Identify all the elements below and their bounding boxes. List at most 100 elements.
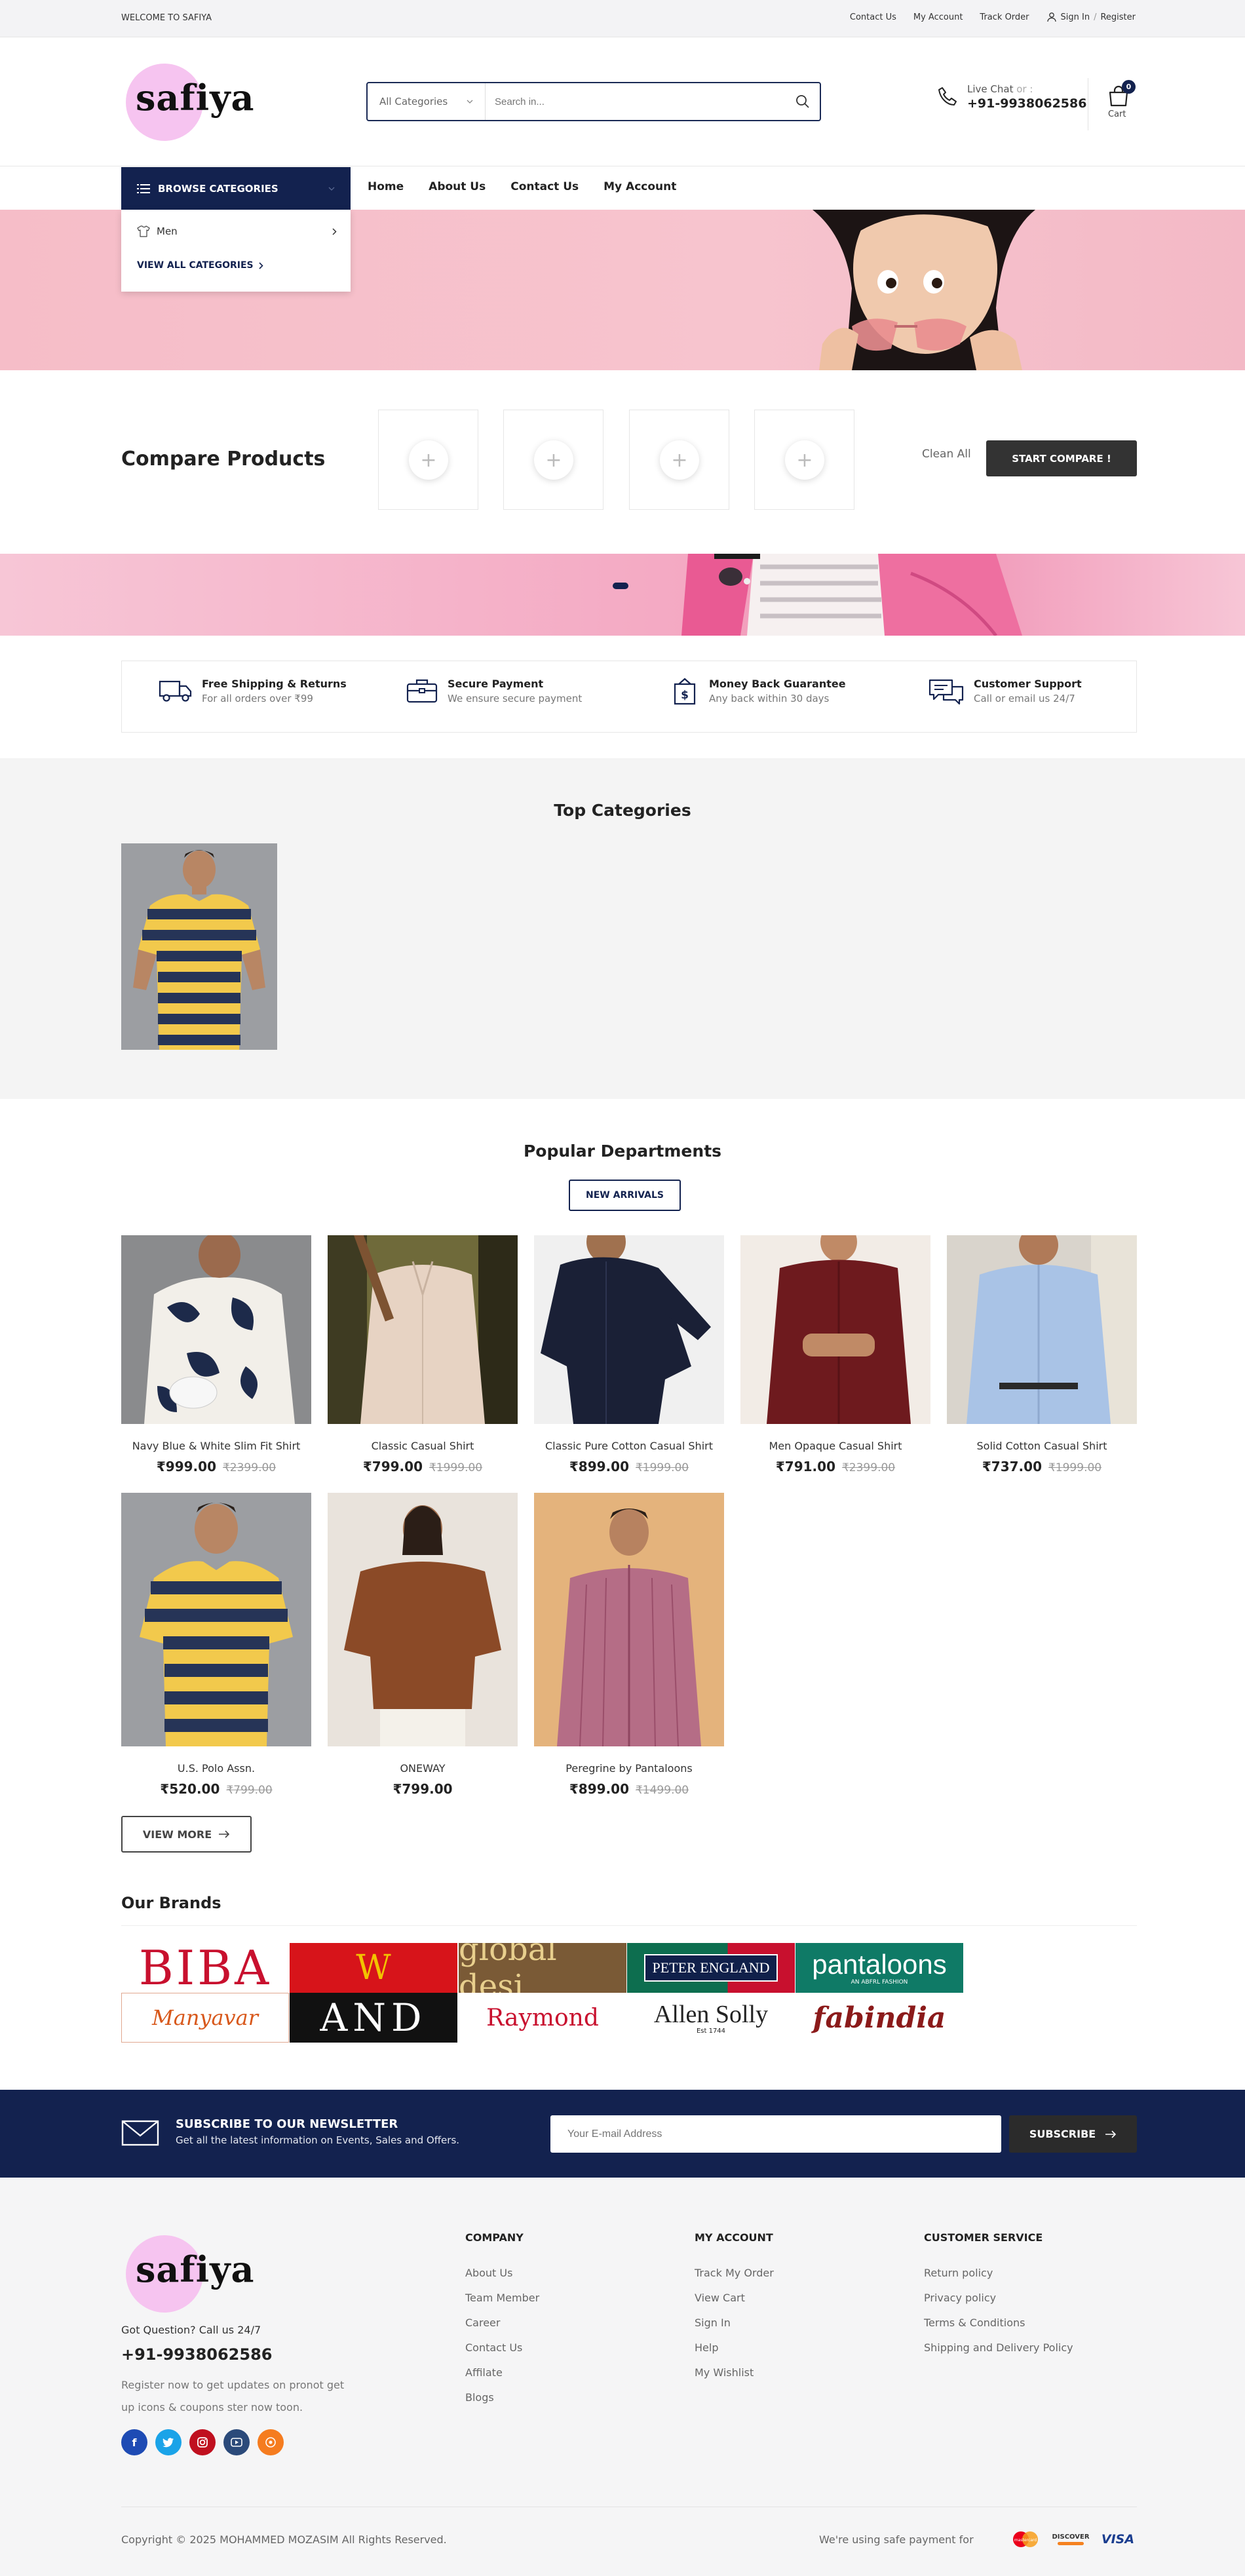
- youtube-icon[interactable]: [223, 2429, 250, 2455]
- category-card-men[interactable]: [121, 843, 277, 1050]
- nav-my-account[interactable]: My Account: [603, 180, 676, 193]
- newsletter-email-input[interactable]: [550, 2115, 1001, 2153]
- footer-link[interactable]: Shipping and Delivery Policy: [924, 2336, 1073, 2360]
- product-price: ₹737.00 ₹1999.00: [947, 1459, 1137, 1474]
- feature-title: Money Back Guarantee: [709, 678, 846, 690]
- feature-item: Customer Support Call or email us 24/7: [928, 678, 1082, 705]
- footer-link[interactable]: Contact Us: [465, 2336, 539, 2360]
- nav-home[interactable]: Home: [368, 180, 404, 193]
- footer-link[interactable]: Career: [465, 2311, 539, 2336]
- footer-link[interactable]: View Cart: [695, 2286, 774, 2311]
- nav-contact[interactable]: Contact Us: [510, 180, 579, 193]
- footer-link[interactable]: Return policy: [924, 2261, 1073, 2286]
- facebook-icon[interactable]: f: [121, 2429, 147, 2455]
- price-current: ₹799.00: [362, 1459, 423, 1474]
- list-icon: [137, 183, 150, 193]
- add-compare-button[interactable]: +: [660, 440, 699, 480]
- promo-banner[interactable]: [0, 554, 1245, 636]
- start-compare-button[interactable]: START COMPARE !: [986, 440, 1137, 476]
- search-icon: [796, 95, 809, 108]
- footer-link[interactable]: Privacy policy: [924, 2286, 1073, 2311]
- brand-logo-global-desi[interactable]: global desi: [459, 1943, 626, 1993]
- twitter-icon[interactable]: [155, 2429, 182, 2455]
- topbar-link-track-order[interactable]: Track Order: [980, 12, 1029, 22]
- welcome-text: WELCOME TO SAFIYA: [121, 13, 212, 23]
- slider-dot[interactable]: [613, 583, 628, 589]
- product-card[interactable]: Classic Casual Shirt ₹799.00 ₹1999.00: [328, 1235, 518, 1474]
- topbar-link-contact[interactable]: Contact Us: [850, 12, 896, 22]
- feature-title: Free Shipping & Returns: [202, 678, 347, 690]
- cart-button[interactable]: 0 Cart: [1088, 78, 1147, 130]
- compare-title: Compare Products: [121, 448, 326, 471]
- compare-slot: +: [754, 410, 854, 510]
- search-button[interactable]: [786, 83, 820, 120]
- product-card[interactable]: Navy Blue & White Slim Fit Shirt ₹999.00…: [121, 1235, 311, 1474]
- add-compare-button[interactable]: +: [409, 440, 448, 480]
- brand-logo-raymond[interactable]: Raymond: [459, 1993, 626, 2043]
- product-card[interactable]: Peregrine by Pantaloons ₹899.00 ₹1499.00: [534, 1493, 724, 1797]
- product-image: [534, 1493, 724, 1746]
- footer-link[interactable]: About Us: [465, 2261, 539, 2286]
- brand-text: AND: [320, 1995, 427, 2040]
- footer-link[interactable]: Blogs: [465, 2385, 539, 2410]
- brand-logo-w[interactable]: W: [290, 1943, 457, 1993]
- footer-logo[interactable]: safiya: [121, 2229, 265, 2320]
- footer-link[interactable]: Terms & Conditions: [924, 2311, 1073, 2336]
- search-input[interactable]: [486, 83, 786, 120]
- live-chat[interactable]: Live Chat or : +91-9938062586: [937, 83, 1086, 111]
- brand-text: Raymond: [486, 2004, 599, 2031]
- footer-link[interactable]: Help: [695, 2336, 774, 2360]
- arrow-right-icon: [219, 1830, 230, 1838]
- category-item-men[interactable]: Men: [137, 225, 337, 237]
- footer-link[interactable]: My Wishlist: [695, 2360, 774, 2385]
- tab-new-arrivals[interactable]: NEW ARRIVALS: [569, 1180, 681, 1211]
- feature-subtitle: Any back within 30 days: [709, 693, 830, 704]
- product-card[interactable]: Classic Pure Cotton Casual Shirt ₹899.00…: [534, 1235, 724, 1474]
- brand-logo-and[interactable]: AND: [290, 1993, 457, 2043]
- footer: safiya Got Question? Call us 24/7 +91-99…: [0, 2178, 1245, 2576]
- mastercard-icon: mastercard: [1009, 2528, 1042, 2550]
- brand-text: W: [356, 1948, 391, 1988]
- brand-logo-pantaloons[interactable]: pantaloons AN ABFRL FASHION: [795, 1943, 963, 1993]
- newsletter-subtitle: Get all the latest information on Events…: [176, 2134, 460, 2146]
- subscribe-button[interactable]: SUBSCRIBE: [1009, 2115, 1137, 2153]
- product-card[interactable]: Men Opaque Casual Shirt ₹791.00 ₹2399.00: [740, 1235, 930, 1474]
- register-link[interactable]: Register: [1100, 12, 1136, 22]
- logo[interactable]: safiya: [121, 57, 265, 149]
- brand-logo-biba[interactable]: BIBA: [121, 1943, 289, 1993]
- rss-icon[interactable]: [258, 2429, 284, 2455]
- product-card[interactable]: Solid Cotton Casual Shirt ₹737.00 ₹1999.0…: [947, 1235, 1137, 1474]
- brand-text: pantaloons: [812, 1949, 947, 1980]
- footer-link[interactable]: Team Member: [465, 2286, 539, 2311]
- footer-link[interactable]: Sign In: [695, 2311, 774, 2336]
- brand-logo-allen-solly[interactable]: Allen Solly Est 1744: [627, 1993, 795, 2043]
- brand-logo-peter-england[interactable]: PETER ENGLAND: [627, 1943, 795, 1993]
- product-name: Navy Blue & White Slim Fit Shirt: [132, 1440, 301, 1452]
- brand-logo-manyavar[interactable]: Manyavar: [121, 1993, 289, 2043]
- newsletter-title: SUBSCRIBE TO OUR NEWSLETTER: [176, 2117, 398, 2131]
- footer-link[interactable]: Affilate: [465, 2360, 539, 2385]
- price-old: ₹2399.00: [841, 1461, 896, 1474]
- add-compare-button[interactable]: +: [785, 440, 824, 480]
- brand-logo-fabindia[interactable]: fabindia: [795, 1993, 963, 2043]
- signin-link[interactable]: Sign In: [1061, 12, 1090, 22]
- topbar-link-account[interactable]: My Account: [913, 12, 963, 22]
- chevron-right-icon: [332, 227, 337, 235]
- clean-all-button[interactable]: Clean All: [922, 448, 971, 461]
- product-price: ₹899.00 ₹1499.00: [534, 1781, 724, 1797]
- product-card[interactable]: ONEWAY ₹799.00: [328, 1493, 518, 1797]
- footer-register-text: Register now to get updates on pronot ge…: [121, 2379, 345, 2413]
- add-compare-button[interactable]: +: [534, 440, 573, 480]
- browse-categories-button[interactable]: BROWSE CATEGORIES: [121, 167, 351, 210]
- instagram-icon[interactable]: [189, 2429, 216, 2455]
- footer-link[interactable]: Track My Order: [695, 2261, 774, 2286]
- footer-col-my-account: MY ACCOUNT Track My Order View Cart Sign…: [695, 2231, 774, 2385]
- search-category-select[interactable]: All Categories: [368, 83, 486, 120]
- product-card[interactable]: U.S. Polo Assn. ₹520.00 ₹799.00: [121, 1493, 311, 1797]
- product-name: ONEWAY: [400, 1762, 446, 1775]
- view-more-button[interactable]: VIEW MORE: [121, 1816, 252, 1853]
- nav-about[interactable]: About Us: [429, 180, 486, 193]
- price-current: ₹899.00: [569, 1781, 629, 1797]
- view-all-categories-link[interactable]: VIEW ALL CATEGORIES: [137, 260, 263, 271]
- search-category-value: All Categories: [379, 96, 448, 107]
